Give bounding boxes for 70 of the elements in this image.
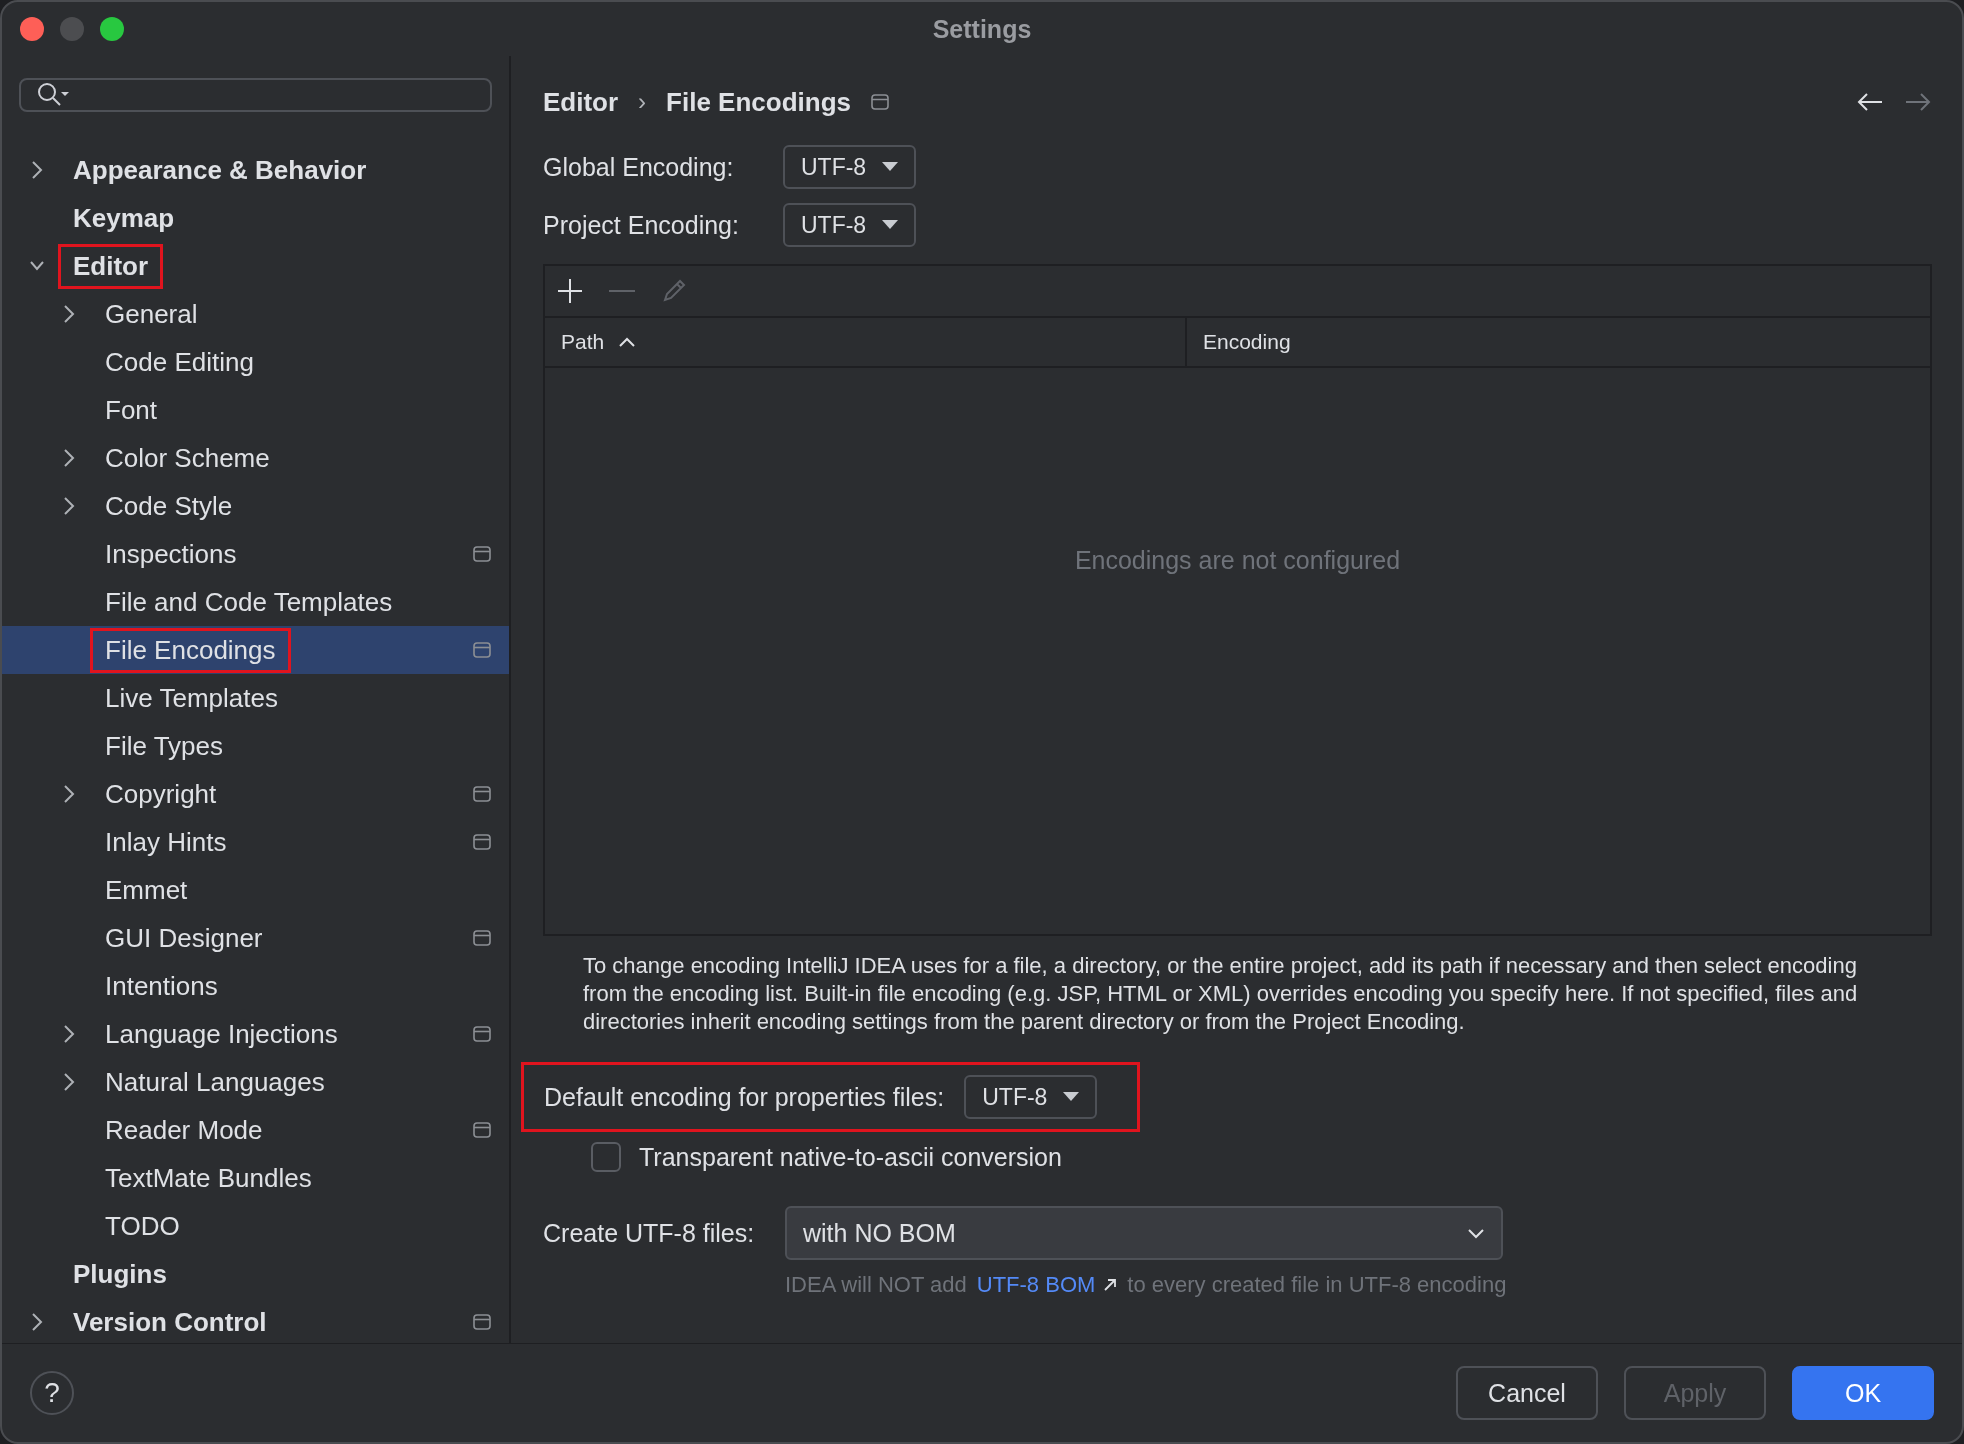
- dropdown-arrow-icon: [882, 220, 899, 230]
- sidebar-item[interactable]: TextMate Bundles: [2, 1154, 509, 1202]
- field-label: Project Encoding:: [543, 210, 740, 240]
- chevron-icon[interactable]: [30, 1311, 44, 1333]
- breadcrumb-item: File Encodings: [666, 86, 852, 118]
- external-link-icon: [1103, 1278, 1118, 1292]
- sidebar-item[interactable]: Editor: [2, 242, 509, 290]
- field-label: Global Encoding:: [543, 152, 735, 182]
- help-button[interactable]: ?: [30, 1371, 74, 1415]
- search-icon: [37, 82, 71, 108]
- checkbox[interactable]: [591, 1142, 621, 1172]
- sidebar-item[interactable]: Inspections: [2, 530, 509, 578]
- sidebar-item[interactable]: Appearance & Behavior: [2, 146, 509, 194]
- zoom-button[interactable]: [100, 17, 124, 41]
- sidebar-item[interactable]: Language Injections: [2, 1010, 509, 1058]
- chevron-icon[interactable]: [62, 783, 76, 805]
- sidebar-item[interactable]: Live Templates: [2, 674, 509, 722]
- bom-dropdown[interactable]: with NO BOM: [785, 1206, 1503, 1260]
- sidebar-item[interactable]: Natural Languages: [2, 1058, 509, 1106]
- encoding-dropdown[interactable]: UTF-8: [964, 1075, 1098, 1119]
- column-header[interactable]: Encoding: [1185, 318, 1930, 366]
- chevron-icon[interactable]: [62, 495, 76, 517]
- empty-table-text: Encodings are not configured: [1074, 546, 1401, 575]
- sidebar-item[interactable]: Font: [2, 386, 509, 434]
- encoding-dropdown[interactable]: UTF-8: [783, 145, 917, 189]
- hint-text: to every created file in UTF-8 encoding: [1127, 1272, 1507, 1298]
- sidebar-item[interactable]: File Types: [2, 722, 509, 770]
- sort-ascending-icon: [618, 336, 637, 348]
- breadcrumb-separator: ›: [638, 88, 647, 116]
- forward-arrow-icon[interactable]: [1904, 92, 1932, 112]
- sidebar-item[interactable]: Copyright: [2, 770, 509, 818]
- sidebar-item[interactable]: Code Editing: [2, 338, 509, 386]
- chevron-icon[interactable]: [30, 159, 44, 181]
- sidebar-item[interactable]: Color Scheme: [2, 434, 509, 482]
- sidebar-item[interactable]: Version Control: [2, 1298, 509, 1346]
- sidebar-item[interactable]: GUI Designer: [2, 914, 509, 962]
- chevron-icon[interactable]: [62, 303, 76, 325]
- sidebar-item[interactable]: File and Code Templates: [2, 578, 509, 626]
- chevron-icon[interactable]: [62, 1071, 76, 1093]
- sidebar-item[interactable]: Intentions: [2, 962, 509, 1010]
- window-title: Settings: [932, 14, 1032, 44]
- sidebar-item[interactable]: Emmet: [2, 866, 509, 914]
- back-arrow-icon[interactable]: [1856, 92, 1884, 112]
- checkbox-label: Transparent native-to-ascii conversion: [639, 1142, 1062, 1172]
- sidebar-item[interactable]: Code Style: [2, 482, 509, 530]
- dialog-button[interactable]: OK: [1792, 1366, 1934, 1420]
- encoding-dropdown[interactable]: UTF-8: [783, 203, 917, 247]
- sidebar-item[interactable]: General: [2, 290, 509, 338]
- description-text: To change encoding IntelliJ IDEA uses for a file, a directory, or the entire project, add its path if necessary and then select encoding from the encoding list. Built-in file encoding (e.g. JSP, HTML or XML) overrides encoding you specify here. If not specified, files and directories inherit encoding settings from the parent directory or from the Project Encoding.: [583, 952, 1859, 1036]
- chevron-icon[interactable]: [62, 1023, 76, 1045]
- chevron-down-icon: [1467, 1227, 1485, 1239]
- hint-text: IDEA will NOT add: [785, 1272, 967, 1298]
- sidebar-item[interactable]: Plugins: [2, 1250, 509, 1298]
- sidebar-item[interactable]: Reader Mode: [2, 1106, 509, 1154]
- sidebar-item[interactable]: Inlay Hints: [2, 818, 509, 866]
- breadcrumb-item: Editor: [543, 86, 619, 118]
- field-label: Default encoding for properties files:: [544, 1082, 945, 1112]
- bom-link[interactable]: UTF-8 BOM: [976, 1272, 1118, 1298]
- search-field[interactable]: [19, 78, 492, 112]
- column-header[interactable]: Path: [545, 318, 1185, 366]
- sidebar-item[interactable]: TODO: [2, 1202, 509, 1250]
- sidebar-item[interactable]: File Encodings: [2, 626, 509, 674]
- field-label: Create UTF-8 files:: [543, 1218, 756, 1248]
- close-button[interactable]: [20, 17, 44, 41]
- chevron-icon[interactable]: [62, 447, 76, 469]
- sidebar-item[interactable]: Keymap: [2, 194, 509, 242]
- dropdown-arrow-icon: [1063, 1092, 1080, 1102]
- dropdown-arrow-icon: [882, 162, 899, 172]
- add-icon[interactable]: [557, 278, 583, 304]
- dialog-button[interactable]: Cancel: [1456, 1366, 1598, 1420]
